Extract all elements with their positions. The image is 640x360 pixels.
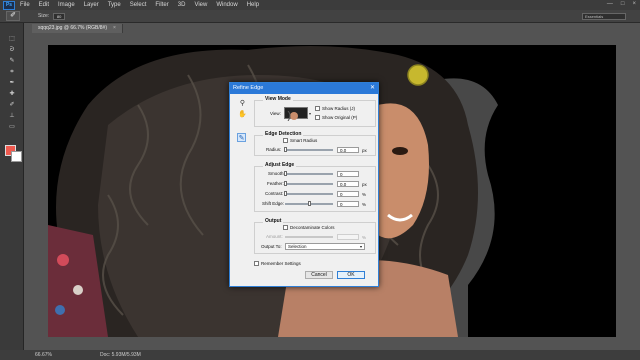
hand-icon[interactable]: ✋ xyxy=(238,110,247,119)
amount-field xyxy=(337,234,359,240)
smooth-label: Smooth: xyxy=(268,171,285,176)
background-color-swatch[interactable] xyxy=(11,151,22,162)
document-size: Doc: 5.93M/5.93M xyxy=(99,352,141,358)
contrast-field[interactable]: 0 xyxy=(337,191,359,197)
menu-view[interactable]: View xyxy=(194,2,207,8)
smooth-field[interactable]: 0 xyxy=(337,171,359,177)
maximize-button[interactable]: □ xyxy=(621,1,625,7)
marquee-tool-icon[interactable]: ⬚ xyxy=(4,36,20,43)
eraser-tool-icon[interactable]: ▭ xyxy=(4,124,20,131)
workspace-select[interactable]: Essentials xyxy=(582,13,626,20)
contrast-slider[interactable] xyxy=(285,193,333,195)
cancel-button[interactable]: Cancel xyxy=(305,271,333,279)
amount-unit: % xyxy=(362,235,367,240)
radius-unit: px xyxy=(362,148,367,153)
feather-label: Feather: xyxy=(267,181,284,186)
menu-filter[interactable]: Filter xyxy=(155,2,168,8)
remember-settings-label: Remember Settings xyxy=(261,261,301,266)
refine-edge-dialog: Refine Edge ✕ ⚲ ✋ ✎ View Mode View: ▾ Sh… xyxy=(229,82,379,287)
menu-file[interactable]: File xyxy=(20,2,30,8)
smart-radius-label: Smart Radius xyxy=(290,138,318,143)
view-mode-title: View Mode xyxy=(263,96,293,102)
shift-edge-unit: % xyxy=(362,202,367,207)
crop-tool-icon[interactable]: ⌗ xyxy=(4,69,20,76)
contrast-unit: % xyxy=(362,192,367,197)
view-dropdown-arrow-icon[interactable]: ▾ xyxy=(309,111,311,116)
ps-logo: Ps xyxy=(3,0,15,10)
view-label: View: xyxy=(270,111,281,116)
document-title: sqqq23.jpg @ 66.7% (RGB/8#) xyxy=(38,25,108,31)
decontaminate-checkbox[interactable] xyxy=(283,225,288,230)
size-label: Size: xyxy=(38,13,50,19)
radius-field[interactable]: 0.0 xyxy=(337,147,359,153)
adjust-edge-title: Adjust Edge xyxy=(263,162,297,168)
ok-button[interactable]: OK xyxy=(337,271,365,279)
dialog-title: Refine Edge xyxy=(233,85,264,91)
minimize-button[interactable]: — xyxy=(607,1,613,7)
size-field[interactable]: 80 xyxy=(53,12,66,20)
brush-tool-icon[interactable]: ✐ xyxy=(4,102,20,109)
document-tab[interactable]: sqqq23.jpg @ 66.7% (RGB/8#) × xyxy=(32,24,123,33)
menu-3d[interactable]: 3D xyxy=(178,2,186,8)
amount-label: Amount: xyxy=(266,234,283,239)
shift-edge-slider-thumb[interactable] xyxy=(308,201,311,206)
lasso-tool-icon[interactable]: ᘐ xyxy=(4,47,20,54)
menu-edit[interactable]: Edit xyxy=(39,2,49,8)
healing-tool-icon[interactable]: ✚ xyxy=(4,91,20,98)
radius-slider-thumb[interactable] xyxy=(284,147,287,152)
radius-label: Radius: xyxy=(266,147,282,152)
menu-select[interactable]: Select xyxy=(130,2,147,8)
dialog-close-icon[interactable]: ✕ xyxy=(370,83,375,94)
menu-bar: Ps File Edit Image Layer Type Select Fil… xyxy=(0,0,640,10)
refine-radius-brush-icon[interactable]: ✎ xyxy=(237,133,246,142)
chevron-down-icon: ▾ xyxy=(359,244,362,249)
feather-slider[interactable] xyxy=(285,183,333,185)
output-to-label: Output To: xyxy=(261,244,282,249)
menu-layer[interactable]: Layer xyxy=(84,2,99,8)
shift-edge-field[interactable]: 0 xyxy=(337,201,359,207)
menu-window[interactable]: Window xyxy=(216,2,237,8)
feather-unit: px xyxy=(362,182,367,187)
edge-detection-title: Edge Detection xyxy=(263,131,304,137)
feather-field[interactable]: 0.0 xyxy=(337,181,359,187)
tab-close-icon[interactable]: × xyxy=(113,25,116,31)
smart-radius-checkbox[interactable] xyxy=(283,138,288,143)
view-thumbnail-image xyxy=(287,110,298,122)
remember-settings-checkbox[interactable] xyxy=(254,261,259,266)
dialog-titlebar[interactable]: Refine Edge ✕ xyxy=(230,83,378,94)
show-radius-label: Show Radius (J) xyxy=(322,106,356,111)
tool-preset-picker[interactable]: ✐ xyxy=(6,11,20,21)
output-title: Output xyxy=(263,218,284,224)
eyedropper-tool-icon[interactable]: ✒ xyxy=(4,80,20,87)
toolbox: ⬚ ᘐ ✎ ⌗ ✒ ✚ ✐ ⊥ ▭ xyxy=(0,23,24,350)
menu-type[interactable]: Type xyxy=(108,2,121,8)
photoshop-window: Ps File Edit Image Layer Type Select Fil… xyxy=(0,0,640,360)
amount-slider xyxy=(285,236,333,238)
view-mode-thumbnail[interactable] xyxy=(284,107,308,122)
shift-edge-label: Shift Edge: xyxy=(262,201,285,206)
zoom-icon[interactable]: ⚲ xyxy=(238,99,247,108)
status-bar: 66.67% Doc: 5.93M/5.93M xyxy=(0,350,640,360)
decontaminate-label: Decontaminate Colors xyxy=(290,225,335,230)
contrast-slider-thumb[interactable] xyxy=(284,191,287,196)
zoom-level[interactable]: 66.67% xyxy=(35,352,52,358)
output-to-value: Selection xyxy=(288,244,307,249)
menu-help[interactable]: Help xyxy=(247,2,259,8)
smooth-slider[interactable] xyxy=(285,173,333,175)
quick-select-tool-icon[interactable]: ✎ xyxy=(4,58,20,65)
stamp-tool-icon[interactable]: ⊥ xyxy=(4,113,20,120)
radius-slider[interactable] xyxy=(285,149,333,151)
options-bar: ✐ Size: 80 Essentials xyxy=(0,10,640,23)
output-to-select[interactable]: Selection ▾ xyxy=(285,243,365,250)
menu-image[interactable]: Image xyxy=(58,2,75,8)
show-radius-checkbox[interactable] xyxy=(315,106,320,111)
close-window-button[interactable]: × xyxy=(632,1,636,7)
window-controls: — □ × xyxy=(607,1,636,7)
show-original-checkbox[interactable] xyxy=(315,115,320,120)
smooth-slider-thumb[interactable] xyxy=(284,171,287,176)
contrast-label: Contrast: xyxy=(265,191,284,196)
feather-slider-thumb[interactable] xyxy=(284,181,287,186)
show-original-label: Show Original (P) xyxy=(322,115,358,120)
